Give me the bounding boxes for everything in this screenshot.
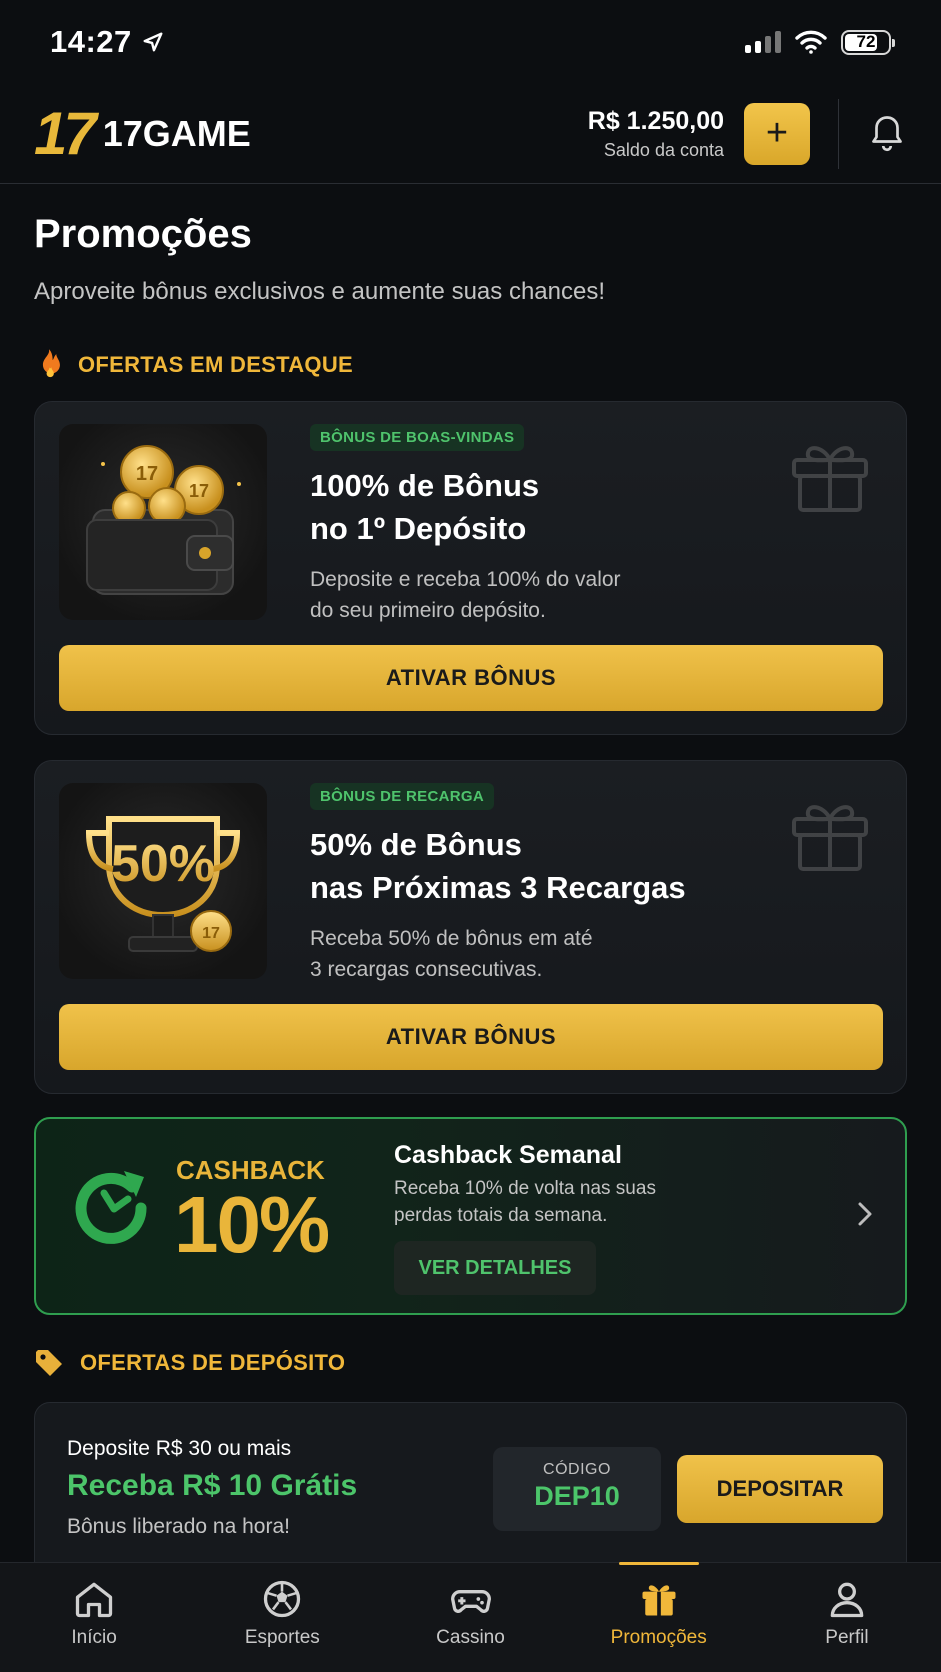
promo-description: Deposite e receba 100% do valor do seu p… [310, 568, 621, 622]
wallet-coins-image: 17 17 [59, 424, 267, 620]
bonus-tag: BÔNUS DE BOAS-VINDAS [310, 424, 525, 451]
gift-icon [792, 805, 868, 871]
home-icon [75, 1582, 113, 1618]
status-bar: 14:27 72 [0, 0, 941, 84]
deposit-button[interactable]: DEPOSITAR [677, 1455, 883, 1523]
gift-icon [792, 446, 868, 512]
balance-amount: R$ 1.250,00 [587, 106, 724, 135]
app-header: 17 17GAME R$ 1.250,00 Saldo da conta + [0, 84, 941, 184]
location-arrow-icon [143, 32, 163, 52]
tab-label: Perfil [825, 1627, 869, 1648]
code-value: DEP10 [534, 1481, 620, 1511]
tab-label: Esportes [244, 1627, 320, 1648]
chevron-right-icon[interactable] [855, 1199, 875, 1229]
promo-description: Receba 50% de bônus em até 3 recargas co… [310, 927, 593, 981]
bottom-tab-bar: Início Esportes Cassino Promoções Perfil [0, 1562, 941, 1672]
battery-icon: 72 [841, 29, 895, 55]
logo-mark: 17 [34, 99, 97, 167]
promo-title: 50% de Bônus nas Próximas 3 Recargas [310, 827, 686, 905]
promo-card-welcome: 17 17 BÔNUS DE BOAS-VINDAS 100% de Bônus… [34, 401, 907, 735]
tab-label: Cassino [436, 1627, 505, 1648]
tab-sports[interactable]: Esportes [188, 1563, 376, 1672]
tab-home[interactable]: Início [0, 1563, 188, 1672]
notifications-bell-icon[interactable] [867, 112, 907, 156]
deposit-condition: Deposite R$ 30 ou mais [67, 1437, 292, 1460]
user-icon [830, 1582, 864, 1618]
gift-icon [642, 1585, 676, 1616]
cashback-banner[interactable]: CASHBACK 10% Cashback Semanal Receba 10%… [34, 1117, 907, 1315]
wifi-icon [795, 30, 827, 54]
page-subtitle: Aproveite bônus exclusivos e aumente sua… [34, 278, 605, 305]
balance-label: Saldo da conta [603, 139, 724, 160]
tab-label: Início [71, 1627, 117, 1648]
cashback-title: Cashback Semanal [394, 1141, 622, 1169]
deposit-section-header: OFERTAS DE DEPÓSITO [34, 1348, 345, 1378]
status-time: 14:27 [50, 24, 132, 59]
deposit-note: Bônus liberado na hora! [67, 1515, 290, 1538]
tab-label: Promoções [610, 1627, 707, 1648]
featured-section-label: OFERTAS EM DESTAQUE [78, 352, 354, 377]
cashback-refresh-icon [75, 1171, 147, 1244]
featured-section-header: OFERTAS EM DESTAQUE [34, 348, 353, 382]
activate-bonus-button[interactable]: ATIVAR BÔNUS [59, 1004, 883, 1070]
svg-text:17: 17 [136, 463, 158, 485]
soccer-ball-icon [264, 1580, 301, 1618]
bonus-tag: BÔNUS DE RECARGA [310, 783, 494, 810]
promo-card-recharge: 50% 17 BÔNUS DE RECARGA 50% de Bônus nas… [34, 760, 907, 1094]
tab-promotions[interactable]: Promoções [565, 1562, 753, 1672]
tab-casino[interactable]: Cassino [376, 1563, 564, 1672]
logo-text: 17GAME [102, 112, 251, 154]
deposit-section-label: OFERTAS DE DEPÓSITO [80, 1350, 346, 1375]
cashback-description: Receba 10% de volta nas suas perdas tota… [394, 1178, 656, 1226]
promo-title: 100% de Bônus no 1º Depósito [310, 468, 540, 546]
svg-text:17: 17 [202, 925, 220, 942]
battery-level: 72 [856, 32, 876, 51]
page-title: Promoções [34, 212, 252, 256]
activate-bonus-button[interactable]: ATIVAR BÔNUS [59, 645, 883, 711]
fire-icon [42, 349, 60, 378]
trophy-badge-text: 50% [111, 835, 215, 893]
header-divider [838, 98, 839, 169]
trophy-50-image: 50% 17 [59, 783, 267, 979]
logo[interactable]: 17 17GAME [34, 99, 251, 167]
cellular-signal-icon [745, 31, 781, 53]
gamepad-icon [450, 1590, 491, 1613]
price-tag-icon [36, 1350, 62, 1376]
view-details-button[interactable]: VER DETALHES [394, 1241, 596, 1295]
code-label: CÓDIGO [543, 1461, 611, 1478]
cashback-percent: 10% [174, 1180, 330, 1269]
deposit-reward: Receba R$ 10 Grátis [67, 1469, 358, 1502]
account-balance: R$ 1.250,00 Saldo da conta [588, 107, 724, 161]
add-funds-button[interactable]: + [744, 102, 810, 165]
tab-profile[interactable]: Perfil [753, 1563, 941, 1672]
svg-text:17: 17 [189, 481, 209, 501]
promo-code-box[interactable]: CÓDIGO DEP10 [493, 1447, 661, 1531]
deposit-offer-card: Deposite R$ 30 ou mais Receba R$ 10 Grát… [34, 1402, 907, 1582]
